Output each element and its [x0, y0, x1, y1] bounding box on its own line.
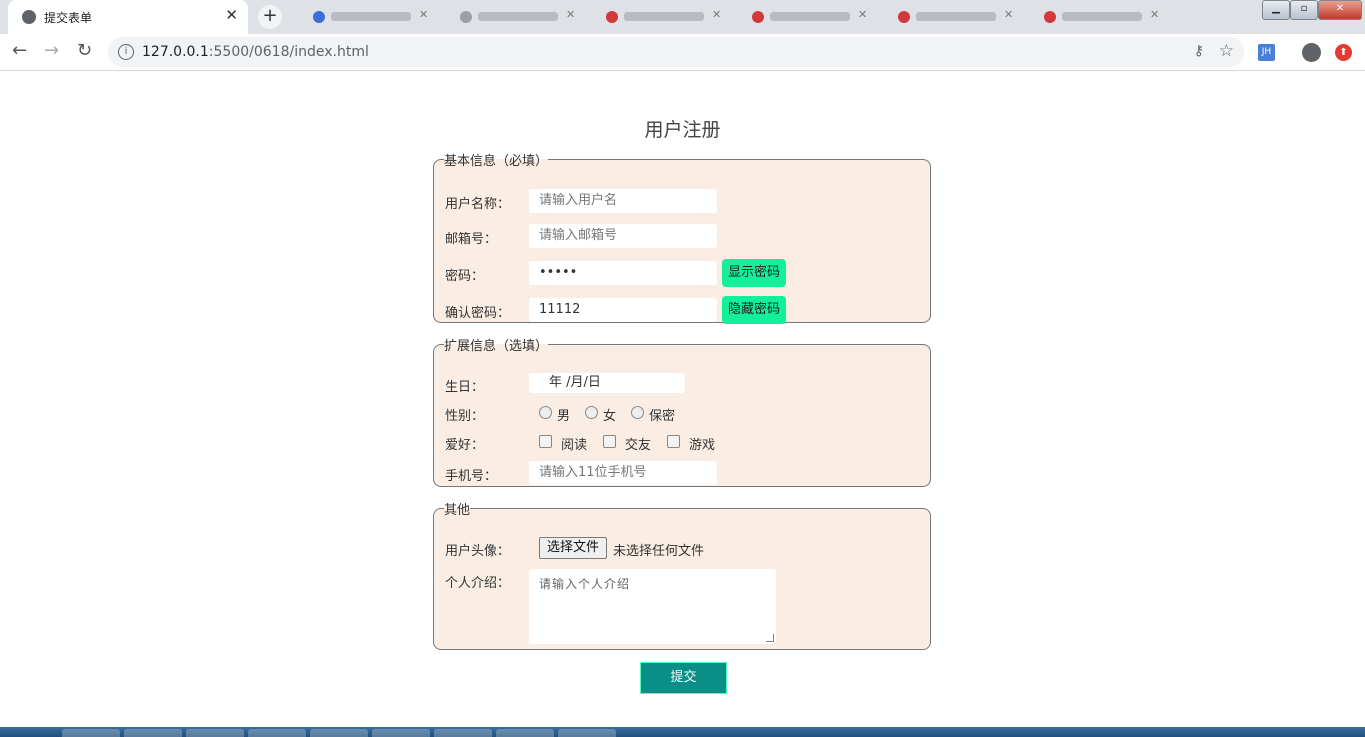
hobby-option-social: 交友 — [625, 438, 652, 453]
intro-textarea[interactable]: 请输入个人介绍 — [529, 569, 776, 644]
extended-info-legend: 扩展信息（选填） — [444, 339, 549, 354]
gender-label: 性别： — [445, 409, 485, 424]
page-content: 用户注册 基本信息（必填） 用户名称： 请输入用户名 邮箱号： 请输入邮箱号 密… — [0, 71, 1365, 727]
other-info-section: 其他 用户头像： 选择文件 未选择任何文件 个人介绍： 请输入个人介绍 — [433, 499, 931, 650]
background-tab[interactable]: ✕ — [890, 6, 1020, 28]
taskbar-item[interactable] — [62, 729, 120, 737]
tab-favicon-icon — [752, 11, 764, 23]
browser-chrome: 提交表单 ✕ + ✕ ✕ ✕ ✕ ✕ ✕ ▁ ▫ ✕ ← → ↻ i 127.0… — [0, 0, 1365, 71]
confirm-password-label: 确认密码： — [445, 306, 511, 321]
tab-title: 提交表单 — [44, 11, 93, 25]
tab-close-icon[interactable]: ✕ — [712, 8, 721, 21]
file-status-text: 未选择任何文件 — [613, 544, 705, 559]
tab-favicon-icon — [313, 11, 325, 23]
avatar-label: 用户头像： — [445, 544, 511, 559]
background-tab[interactable]: ✕ — [1036, 6, 1166, 28]
basic-info-section: 基本信息（必填） 用户名称： 请输入用户名 邮箱号： 请输入邮箱号 密码： ••… — [433, 150, 931, 324]
tab-close-icon[interactable]: ✕ — [858, 8, 867, 21]
hobby-checkbox-games[interactable] — [667, 435, 680, 448]
tab-favicon-icon — [898, 11, 910, 23]
birthday-date-input[interactable]: 年 /月/日 — [529, 373, 685, 393]
maximize-button[interactable]: ▫ — [1290, 0, 1318, 20]
confirm-password-input[interactable]: 11112 — [529, 298, 717, 322]
tab-favicon-icon — [460, 11, 472, 23]
minimize-button[interactable]: ▁ — [1262, 0, 1290, 20]
phone-label: 手机号： — [445, 469, 498, 484]
bookmark-star-icon[interactable]: ☆ — [1219, 41, 1234, 61]
extension-red-icon[interactable]: ⬆ — [1335, 44, 1352, 61]
gender-radio-female[interactable] — [585, 406, 598, 419]
address-bar[interactable]: i 127.0.0.1:5500/0618/index.html ⚷ ☆ — [108, 37, 1244, 67]
tab-close-icon[interactable]: ✕ — [1150, 8, 1159, 21]
basic-info-legend: 基本信息（必填） — [444, 154, 549, 169]
taskbar-item[interactable] — [124, 729, 182, 737]
globe-icon — [22, 10, 36, 24]
taskbar-item[interactable] — [310, 729, 368, 737]
gender-option-secret: 保密 — [649, 409, 676, 424]
background-tab[interactable]: ✕ — [452, 6, 582, 28]
browser-toolbar: ← → ↻ i 127.0.0.1:5500/0618/index.html ⚷… — [0, 34, 1365, 71]
back-arrow-icon[interactable]: ← — [12, 40, 27, 61]
taskbar-item[interactable] — [248, 729, 306, 737]
submit-button[interactable]: 提交 — [640, 662, 727, 694]
active-tab[interactable]: 提交表单 ✕ — [8, 0, 248, 34]
tab-favicon-icon — [606, 11, 618, 23]
gender-option-female: 女 — [603, 409, 617, 424]
extension-jh-icon[interactable]: JH — [1258, 44, 1275, 61]
intro-label: 个人介绍： — [445, 576, 511, 591]
hobby-option-reading: 阅读 — [561, 438, 588, 453]
tab-close-icon[interactable]: ✕ — [1004, 8, 1013, 21]
email-label: 邮箱号： — [445, 232, 498, 247]
tab-close-icon[interactable]: ✕ — [566, 8, 575, 21]
taskbar-item[interactable] — [186, 729, 244, 737]
taskbar-item[interactable] — [496, 729, 554, 737]
url-text[interactable]: 127.0.0.1:5500/0618/index.html — [142, 44, 369, 60]
os-taskbar — [0, 727, 1365, 737]
choose-file-button[interactable]: 选择文件 — [539, 537, 607, 559]
extended-info-section: 扩展信息（选填） 生日： 年 /月/日 性别： 男 女 保密 爱好： 阅读 交友… — [433, 335, 931, 487]
forward-arrow-icon[interactable]: → — [44, 40, 59, 61]
birthday-label: 生日： — [445, 380, 485, 395]
intro-placeholder: 请输入个人介绍 — [539, 577, 631, 591]
background-tab[interactable]: ✕ — [305, 6, 435, 28]
password-label: 密码： — [445, 269, 485, 284]
hobby-label: 爱好： — [445, 438, 485, 453]
taskbar-item[interactable] — [372, 729, 430, 737]
background-tab[interactable]: ✕ — [598, 6, 728, 28]
close-window-button[interactable]: ✕ — [1318, 0, 1362, 20]
gender-radio-secret[interactable] — [631, 406, 644, 419]
username-input[interactable]: 请输入用户名 — [529, 189, 717, 213]
password-input[interactable]: ••••• — [529, 261, 717, 285]
hide-password-button[interactable]: 隐藏密码 — [722, 296, 786, 324]
tab-favicon-icon — [1044, 11, 1056, 23]
hobby-option-games: 游戏 — [689, 438, 716, 453]
resize-grip-icon[interactable] — [766, 634, 774, 642]
username-label: 用户名称： — [445, 197, 511, 212]
hobby-checkbox-social[interactable] — [603, 435, 616, 448]
tab-close-icon[interactable]: ✕ — [419, 8, 428, 21]
key-icon[interactable]: ⚷ — [1194, 43, 1204, 59]
info-icon[interactable]: i — [118, 44, 134, 60]
taskbar-item[interactable] — [434, 729, 492, 737]
reload-icon[interactable]: ↻ — [77, 40, 92, 61]
tab-strip: 提交表单 ✕ + ✕ ✕ ✕ ✕ ✕ ✕ ▁ ▫ ✕ — [0, 0, 1365, 34]
background-tab[interactable]: ✕ — [744, 6, 874, 28]
hobby-checkbox-reading[interactable] — [539, 435, 552, 448]
taskbar-item[interactable] — [558, 729, 616, 737]
gender-option-male: 男 — [557, 409, 571, 424]
page-title: 用户注册 — [644, 119, 721, 141]
phone-input[interactable]: 请输入11位手机号 — [529, 461, 717, 485]
tab-close-icon[interactable]: ✕ — [225, 6, 238, 24]
new-tab-button[interactable]: + — [258, 5, 282, 29]
gender-radio-male[interactable] — [539, 406, 552, 419]
show-password-button[interactable]: 显示密码 — [722, 259, 786, 287]
profile-avatar-icon[interactable] — [1302, 43, 1321, 62]
email-input[interactable]: 请输入邮箱号 — [529, 224, 717, 248]
other-info-legend: 其他 — [444, 503, 471, 518]
